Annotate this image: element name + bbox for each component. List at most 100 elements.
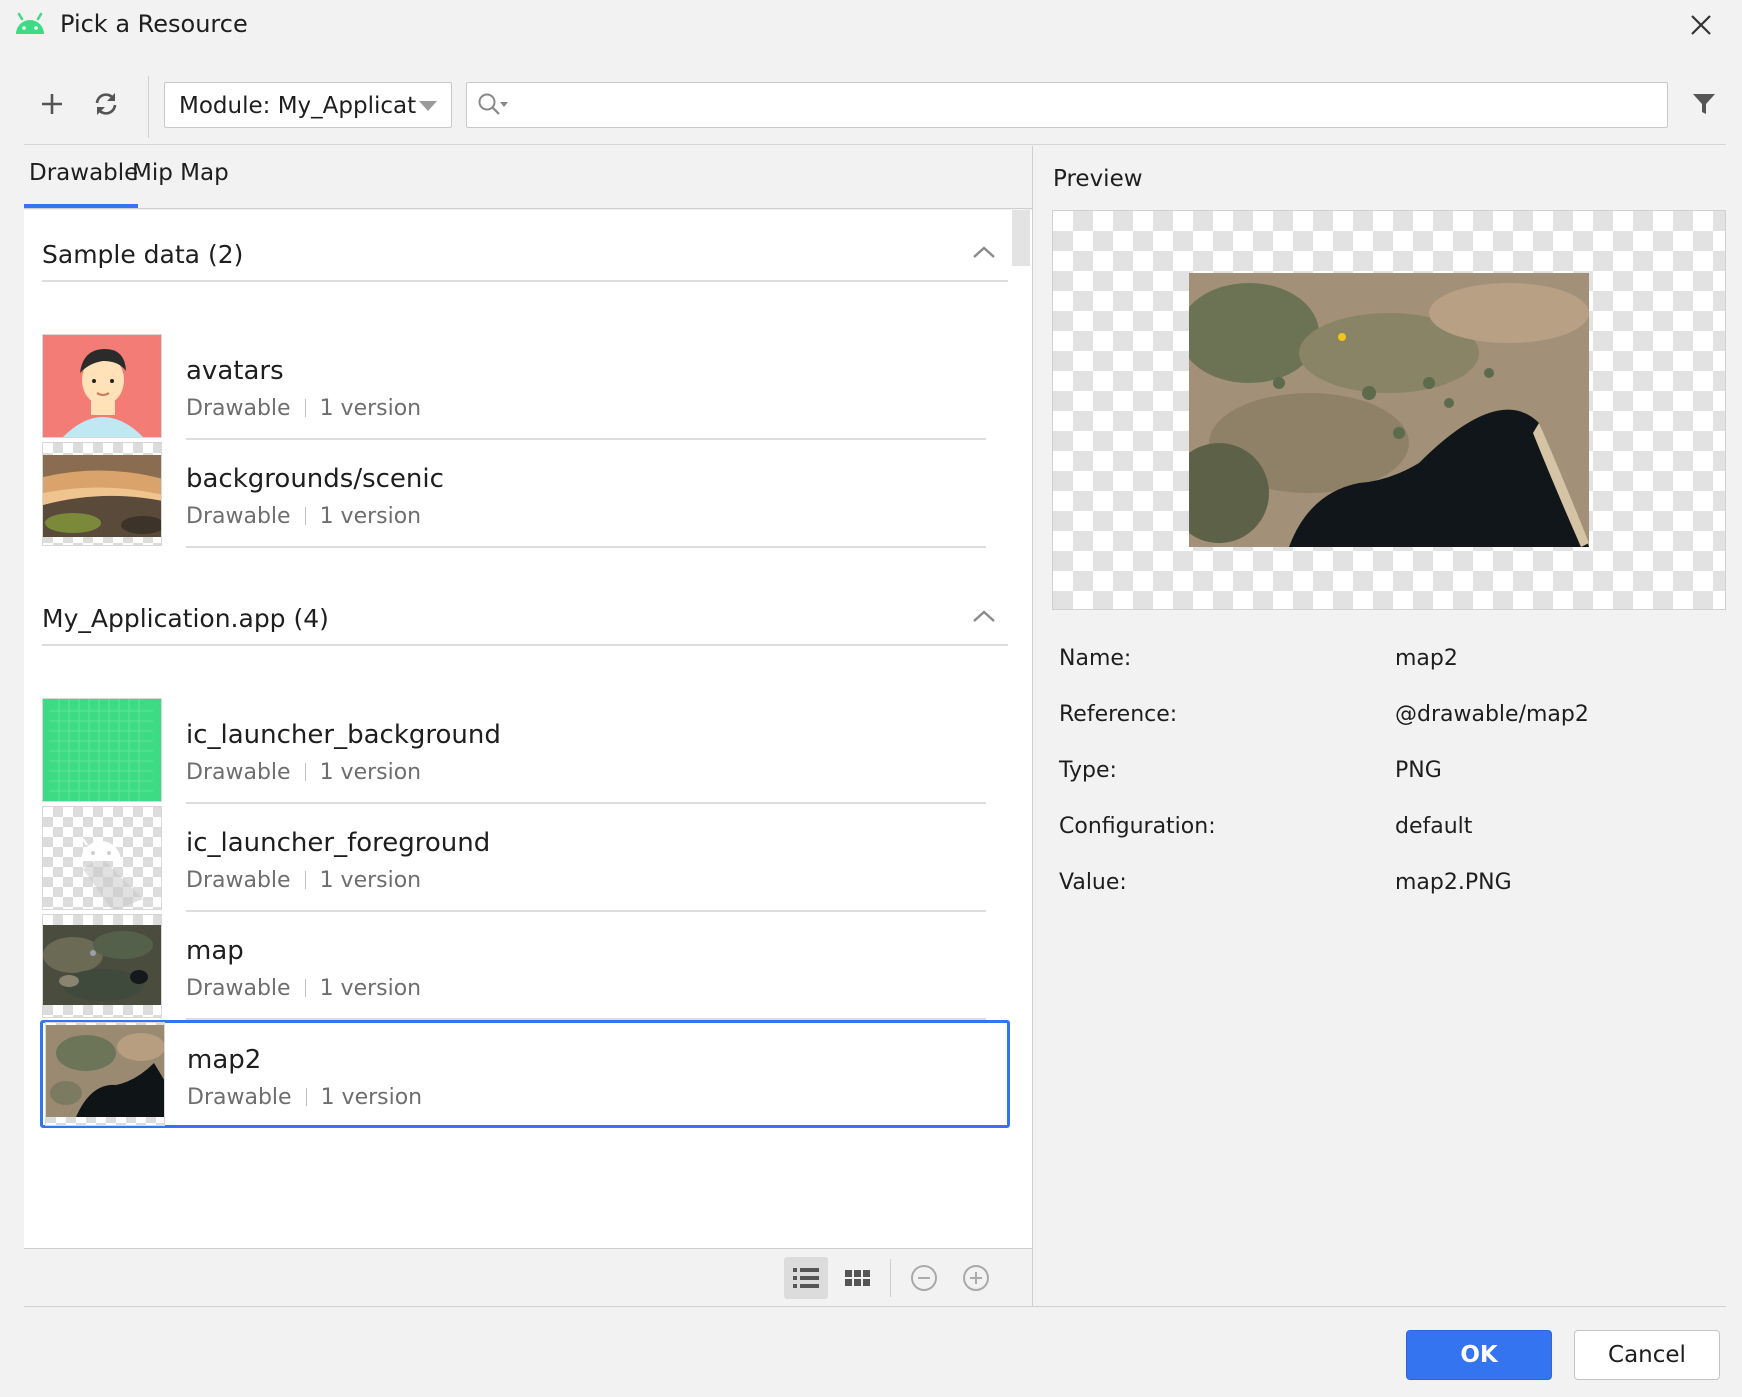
search-field[interactable] <box>466 82 1668 128</box>
item-divider <box>186 546 986 548</box>
property-value: @drawable/map2 <box>1395 702 1589 727</box>
resource-list-pane: Drawable Mip Map Sample data (2) avatars… <box>24 146 1032 1306</box>
android-icon <box>14 10 46 38</box>
close-button[interactable] <box>1680 6 1722 44</box>
property-label: Reference: <box>1059 702 1178 727</box>
property-label: Name: <box>1059 646 1132 671</box>
tabs-divider <box>24 208 1032 209</box>
resource-meta: Drawable 1 version <box>186 760 421 785</box>
list-item[interactable]: backgrounds/scenic Drawable 1 version <box>42 442 1008 550</box>
footer-divider <box>24 1306 1726 1307</box>
refresh-icon <box>95 93 117 115</box>
add-resource-button[interactable] <box>32 84 72 124</box>
tab-mip-map[interactable]: Mip Map <box>132 160 229 186</box>
module-dropdown[interactable]: Module: My_Applicat <box>164 82 452 128</box>
resource-type: Drawable <box>186 760 291 785</box>
view-controls-bar <box>24 1248 1032 1306</box>
resource-versions: 1 version <box>319 976 422 1001</box>
list-item[interactable]: avatars Drawable 1 version <box>42 334 1008 442</box>
toolbar-separator <box>148 76 149 138</box>
item-divider <box>186 438 986 440</box>
list-item[interactable]: ic_launcher_background Drawable 1 version <box>42 698 1008 806</box>
resource-versions: 1 version <box>320 1085 423 1110</box>
preview-image <box>1189 273 1589 547</box>
resource-type: Drawable <box>186 976 291 1001</box>
list-item[interactable]: map Drawable 1 version <box>42 914 1008 1022</box>
map-thumbnail <box>42 914 162 1018</box>
resource-name: avatars <box>186 356 284 386</box>
resource-versions: 1 version <box>319 868 422 893</box>
property-value: PNG <box>1395 758 1442 783</box>
zoom-in-icon <box>963 1265 989 1291</box>
section-header-sample-data[interactable]: Sample data (2) <box>42 230 1008 282</box>
zoom-out-button[interactable] <box>902 1257 946 1299</box>
property-row-name: Name: map2 <box>1059 642 1719 698</box>
preview-label: Preview <box>1053 166 1143 192</box>
search-input[interactable] <box>519 87 1659 123</box>
scenic-thumbnail <box>42 442 162 546</box>
filter-icon <box>1693 94 1715 114</box>
list-item-selected[interactable]: map2 Drawable 1 version <box>40 1020 1010 1128</box>
resource-type: Drawable <box>187 1085 292 1110</box>
tab-drawable[interactable]: Drawable <box>29 160 138 186</box>
close-icon <box>1691 15 1711 35</box>
ok-button[interactable]: OK <box>1406 1330 1552 1380</box>
toolbar-divider <box>24 144 1726 145</box>
resource-versions: 1 version <box>319 760 422 785</box>
property-label: Configuration: <box>1059 814 1216 839</box>
property-row-reference: Reference: @drawable/map2 <box>1059 698 1719 754</box>
resource-meta: Drawable 1 version <box>186 976 421 1001</box>
property-row-value: Value: map2.PNG <box>1059 866 1719 922</box>
preview-panel <box>1052 210 1726 610</box>
resource-properties: Name: map2 Reference: @drawable/map2 Typ… <box>1059 642 1719 922</box>
resource-meta: Drawable 1 version <box>186 396 421 421</box>
toolbar: Module: My_Applicat <box>24 76 1726 138</box>
chevron-up-icon[interactable] <box>972 608 996 624</box>
property-value: default <box>1395 814 1473 839</box>
plus-icon <box>42 94 62 114</box>
filter-button[interactable] <box>1684 84 1724 124</box>
search-icon <box>478 93 508 115</box>
resource-meta: Drawable 1 version <box>186 504 421 529</box>
resource-versions: 1 version <box>319 504 422 529</box>
refresh-button[interactable] <box>86 84 126 124</box>
resource-name: backgrounds/scenic <box>186 464 444 494</box>
resource-versions: 1 version <box>319 396 422 421</box>
launcher-background-thumbnail <box>42 698 162 802</box>
cancel-button[interactable]: Cancel <box>1574 1330 1720 1380</box>
resource-tabs: Drawable Mip Map <box>24 146 1032 210</box>
resource-meta: Drawable 1 version <box>187 1085 422 1110</box>
resource-type: Drawable <box>186 868 291 893</box>
list-view-icon <box>793 1268 819 1288</box>
resource-type: Drawable <box>186 396 291 421</box>
resource-name: ic_launcher_foreground <box>186 828 491 858</box>
list-item[interactable]: ic_launcher_foreground Drawable 1 version <box>42 806 1008 914</box>
property-label: Value: <box>1059 870 1127 895</box>
item-divider <box>186 802 986 804</box>
list-view-button[interactable] <box>784 1257 828 1299</box>
resource-type: Drawable <box>186 504 291 529</box>
section-title: My_Application.app (4) <box>42 604 329 633</box>
grid-view-button[interactable] <box>836 1257 880 1299</box>
view-controls-separator <box>890 1259 891 1297</box>
module-dropdown-label: Module: My_Applicat <box>179 93 417 119</box>
resource-meta: Drawable 1 version <box>186 868 421 893</box>
zoom-in-button[interactable] <box>954 1257 998 1299</box>
pane-splitter[interactable] <box>1032 146 1033 1306</box>
property-row-type: Type: PNG <box>1059 754 1719 810</box>
property-row-configuration: Configuration: default <box>1059 810 1719 866</box>
launcher-foreground-thumbnail <box>42 806 162 910</box>
section-title: Sample data (2) <box>42 240 244 269</box>
grid-view-icon <box>845 1270 870 1286</box>
resource-name: map <box>186 936 244 966</box>
map2-thumbnail <box>45 1022 165 1126</box>
resource-list[interactable]: Sample data (2) avatars Drawable 1 versi… <box>24 210 1032 1248</box>
avatar-thumbnail <box>42 334 162 438</box>
title-bar: Pick a Resource <box>0 0 1742 50</box>
resource-name: map2 <box>187 1045 262 1075</box>
zoom-out-icon <box>911 1265 937 1291</box>
chevron-up-icon[interactable] <box>972 244 996 260</box>
section-header-my-application-app[interactable]: My_Application.app (4) <box>42 594 1008 646</box>
scrollbar-thumb[interactable] <box>1012 210 1030 266</box>
property-value: map2.PNG <box>1395 870 1512 895</box>
